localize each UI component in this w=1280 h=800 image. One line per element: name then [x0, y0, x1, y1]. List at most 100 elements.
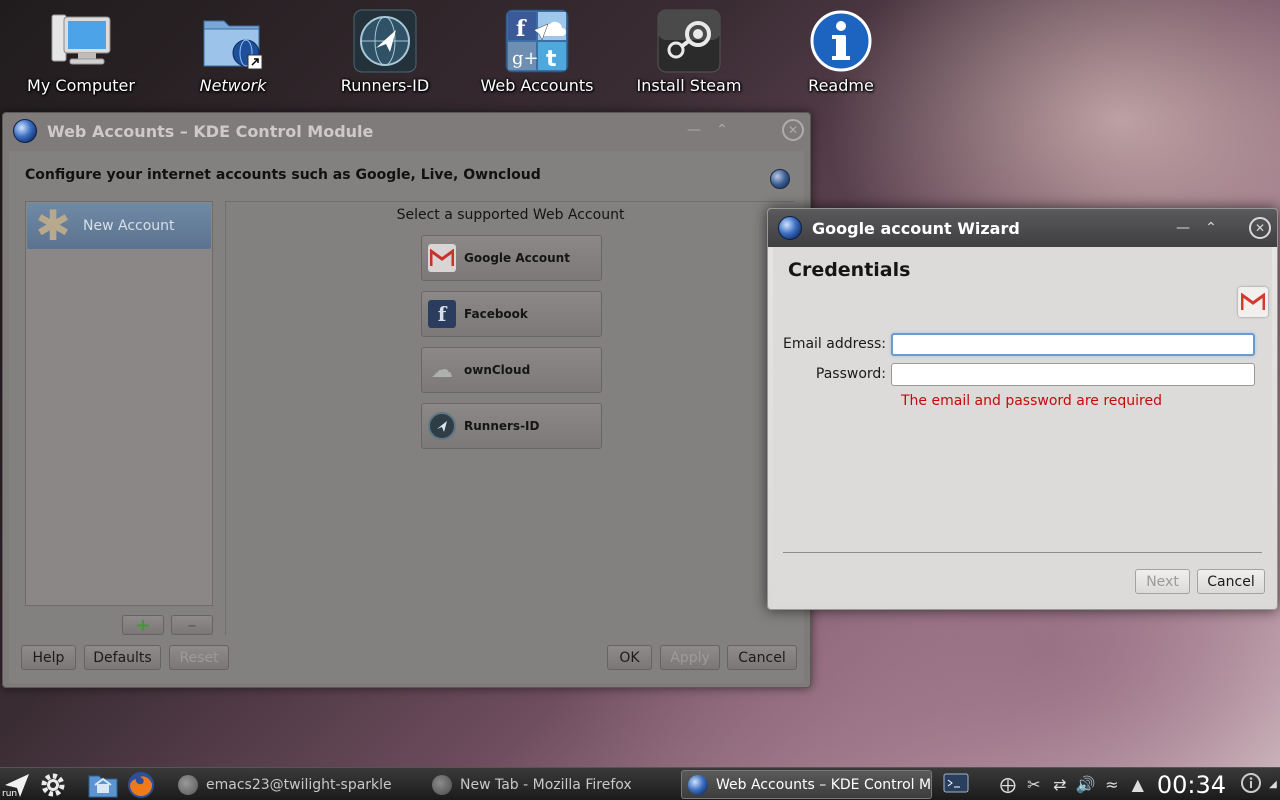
firefox-icon	[432, 774, 452, 795]
web-accounts-icon: f g+ t	[504, 8, 570, 74]
kcm-header: Configure your internet accounts such as…	[25, 167, 541, 183]
desktop-icon-label: Readme	[808, 76, 874, 95]
folder-home-icon	[88, 775, 118, 798]
account-list-item-label: New Account	[83, 218, 175, 234]
reset-button[interactable]: Reset	[169, 645, 229, 670]
account-list-item-new-account[interactable]: ✱ New Account	[27, 203, 211, 249]
cancel-button[interactable]: Cancel	[1197, 569, 1265, 594]
runners-id-icon	[428, 412, 456, 440]
kcm-content: Configure your internet accounts such as…	[9, 151, 804, 683]
volume-icon[interactable]: 🔊	[1073, 775, 1099, 794]
wizard-titlebar[interactable]: Google account Wizard — ⌃ ✕	[768, 209, 1277, 247]
provider-runners-id-button[interactable]: Runners-ID	[421, 403, 602, 449]
task-firefox[interactable]: New Tab - Mozilla Firefox	[426, 770, 676, 799]
task-label: Web Accounts – KDE Control Mo	[716, 776, 932, 793]
maximize-icon[interactable]: ⌃	[1201, 218, 1221, 238]
steam-icon	[656, 8, 722, 74]
asterisk-icon: ✱	[35, 201, 71, 250]
runners-id-icon	[352, 8, 418, 74]
cancel-button[interactable]: Cancel	[727, 645, 797, 670]
scissors-icon[interactable]: ✂	[1021, 775, 1047, 794]
next-button[interactable]: Next	[1135, 569, 1190, 594]
computer-icon	[48, 8, 114, 74]
task-label: New Tab - Mozilla Firefox	[460, 776, 632, 793]
svg-text:t: t	[546, 47, 557, 72]
taskbar: run emacs23@twilight-sparkle New Tab - M…	[0, 767, 1280, 800]
desktop-icon-web-accounts[interactable]: f g+ t Web Accounts	[472, 8, 602, 95]
kcm-window-controls: — ⌃ ✕	[684, 119, 804, 141]
info-icon[interactable]	[1236, 772, 1266, 798]
desktop-icon-install-steam[interactable]: Install Steam	[624, 8, 754, 95]
provider-label: Google Account	[464, 251, 570, 265]
svg-text:g+: g+	[512, 48, 539, 69]
network-manager-icon[interactable]: ⨁	[995, 775, 1021, 794]
kcm-title: Web Accounts – KDE Control Module	[47, 121, 374, 141]
system-tray: ⨁ ✂ ⇄ 🔊 ≈ ▲ 00:34 ◢	[939, 768, 1280, 800]
task-emacs[interactable]: emacs23@twilight-sparkle	[172, 770, 422, 799]
run-label: run	[2, 789, 18, 799]
provider-label: Facebook	[464, 307, 528, 321]
desktop-icon-label: Network	[199, 76, 267, 95]
terminal-icon[interactable]	[939, 773, 973, 797]
password-field[interactable]	[891, 363, 1255, 386]
apply-button[interactable]: Apply	[660, 645, 720, 670]
defaults-button[interactable]: Defaults	[84, 645, 161, 670]
task-web-accounts[interactable]: Web Accounts – KDE Control Mo	[681, 770, 932, 799]
task-label: emacs23@twilight-sparkle	[206, 776, 392, 793]
provider-facebook-button[interactable]: f Facebook	[421, 291, 602, 337]
globe-icon	[770, 169, 790, 189]
web-accounts-globe-icon	[13, 119, 37, 143]
facebook-icon: f	[428, 300, 456, 328]
add-account-button[interactable]: +	[122, 615, 164, 636]
desktop-icon-label: Runners-ID	[340, 76, 430, 95]
system-settings-launcher[interactable]	[38, 770, 68, 800]
desktop-icon-label: Install Steam	[636, 76, 742, 95]
web-accounts-globe-icon	[778, 216, 802, 240]
clock[interactable]: 00:34	[1157, 771, 1226, 799]
email-field[interactable]	[891, 333, 1255, 356]
info-icon	[808, 8, 874, 74]
provider-google-button[interactable]: Google Account	[421, 235, 602, 281]
divider	[783, 552, 1262, 553]
close-icon[interactable]: ✕	[1249, 217, 1271, 239]
wizard-title: Google account Wizard	[812, 218, 1020, 238]
validation-error: The email and password are required	[901, 393, 1163, 409]
provider-owncloud-button[interactable]: ☁ ownCloud	[421, 347, 602, 393]
wifi-icon[interactable]: ≈	[1099, 775, 1125, 794]
maximize-icon[interactable]: ⌃	[712, 120, 732, 140]
minimize-icon[interactable]: —	[684, 120, 704, 140]
kcm-window: Web Accounts – KDE Control Module — ⌃ ✕ …	[2, 112, 811, 688]
wizard-page-heading: Credentials	[788, 259, 911, 281]
help-button[interactable]: Help	[21, 645, 76, 670]
desktop-icon-readme[interactable]: Readme	[776, 8, 906, 95]
ok-button[interactable]: OK	[607, 645, 652, 670]
google-account-wizard: Google account Wizard — ⌃ ✕ Credentials …	[767, 208, 1278, 610]
remove-account-button[interactable]: –	[171, 615, 213, 636]
corner-toolbox-icon[interactable]: ◢	[1266, 779, 1280, 790]
desktop-icon-label: Web Accounts	[480, 76, 594, 95]
file-manager-launcher[interactable]	[88, 770, 118, 800]
desktop-icon-network[interactable]: Network	[168, 8, 298, 95]
owncloud-icon: ☁	[431, 357, 453, 383]
close-icon[interactable]: ✕	[782, 119, 804, 141]
usb-icon[interactable]: ⇄	[1047, 775, 1073, 794]
desktop-icon-label: My Computer	[27, 76, 135, 95]
desktop-icon-runners-id[interactable]: Runners-ID	[320, 8, 450, 95]
emacs-icon	[178, 774, 198, 795]
svg-text:f: f	[516, 16, 527, 42]
kcm-titlebar[interactable]: Web Accounts – KDE Control Module — ⌃ ✕	[3, 113, 810, 149]
network-folder-icon	[200, 8, 266, 74]
expand-tray-icon[interactable]: ▲	[1125, 775, 1151, 794]
gmail-icon	[428, 244, 456, 272]
desktop-icon-my-computer[interactable]: My Computer	[16, 8, 146, 95]
gear-icon	[41, 773, 65, 797]
firefox-launcher[interactable]	[126, 770, 156, 800]
wizard-content: Credentials Email address: Password: The…	[773, 247, 1272, 604]
provider-pane: Select a supported Web Account Google Ac…	[225, 201, 795, 635]
account-list[interactable]: ✱ New Account	[25, 201, 213, 606]
minimize-icon[interactable]: —	[1173, 218, 1193, 238]
web-accounts-globe-icon	[688, 774, 708, 795]
provider-label: ownCloud	[464, 363, 531, 377]
